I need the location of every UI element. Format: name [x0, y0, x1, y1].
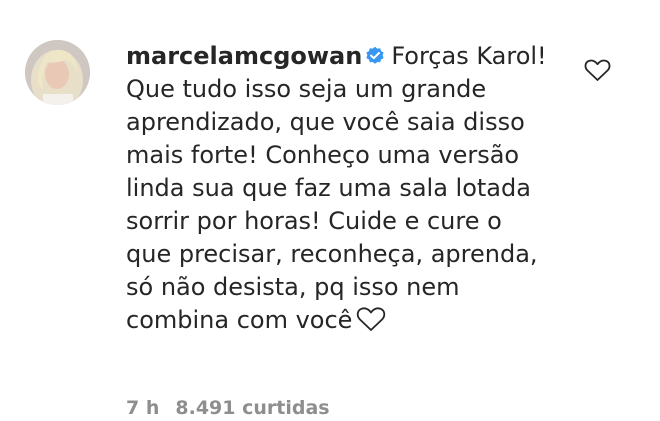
- comment-line: combina com você: [126, 306, 353, 334]
- comment-line: linda sua que faz uma sala lotada: [126, 174, 531, 202]
- timestamp[interactable]: 7 h: [126, 397, 159, 419]
- comment-line: mais forte! Conheço uma versão: [126, 141, 520, 169]
- comment-line: Forças Karol!: [391, 42, 547, 70]
- username-link[interactable]: marcelamcgowan: [126, 42, 362, 70]
- comment-line: que precisar, reconheça, aprenda,: [126, 240, 538, 268]
- comment-line: sorrir por horas! Cuide e cure o: [126, 207, 502, 235]
- likes-count[interactable]: 8.491 curtidas: [175, 397, 329, 419]
- avatar-photo: [25, 40, 90, 105]
- verified-badge-icon: [366, 46, 384, 64]
- avatar[interactable]: [25, 40, 90, 105]
- like-heart-icon[interactable]: [584, 58, 611, 82]
- comment-line: aprendizado, que você saia disso: [126, 108, 525, 136]
- comment: marcelamcgowan Forças Karol! Que tudo iss…: [0, 0, 660, 421]
- comment-line: Que tudo isso seja um grande: [126, 75, 487, 103]
- heart-emoji-icon: [357, 307, 386, 331]
- comment-line: só não desista, pq isso nem: [126, 273, 460, 301]
- comment-meta: 7 h 8.491 curtidas: [126, 397, 346, 419]
- comment-text: marcelamcgowan Forças Karol! Que tudo iss…: [126, 40, 566, 337]
